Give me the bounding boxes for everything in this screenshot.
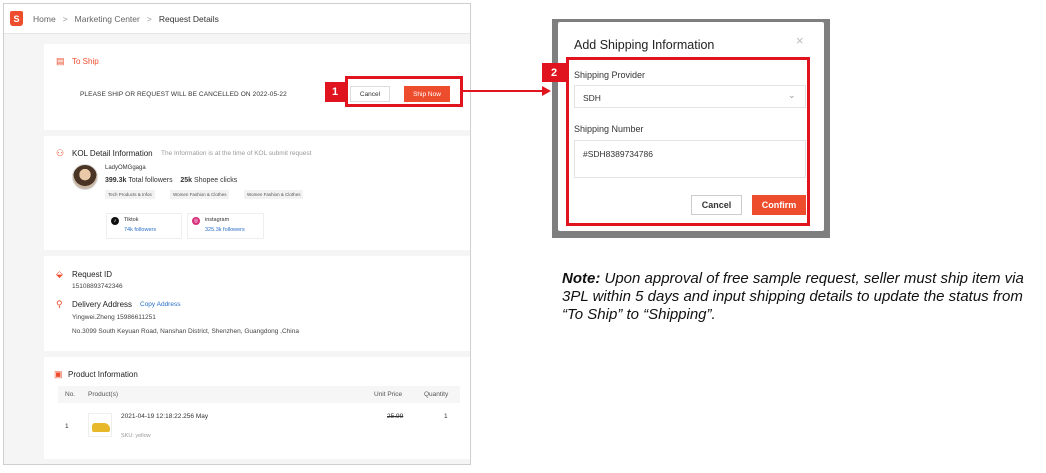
product-info-card: ▣ Product Information No. Product(s) Uni…: [44, 357, 470, 459]
request-id-title: Request ID: [72, 270, 113, 279]
connector-line: [463, 90, 545, 92]
kol-followers-label: Total followers: [128, 177, 173, 184]
request-id-value: 15108893742346: [72, 283, 123, 290]
row-no: 1: [65, 423, 69, 430]
instruction-note: Note: Upon approval of free sample reque…: [562, 270, 1032, 324]
instagram-icon: ◎: [192, 217, 200, 225]
to-ship-title: To Ship: [72, 57, 99, 66]
instagram-account[interactable]: ◎ instagram 325.3k followers: [187, 213, 264, 239]
delivery-address-title: Delivery Address: [72, 300, 133, 309]
close-icon[interactable]: ×: [796, 33, 804, 48]
social-followers: 325.3k followers: [205, 227, 245, 233]
col-unit-price: Unit Price: [374, 391, 403, 398]
shipping-form-highlight: [566, 57, 810, 226]
breadcrumb-current: Request Details: [158, 13, 219, 24]
note-lead: Note:: [562, 270, 601, 287]
product-info-title: Product Information: [68, 370, 138, 379]
step-badge-2: 2: [542, 63, 566, 82]
tiktok-account[interactable]: ♪ Tiktok 74k followers: [106, 213, 182, 239]
tiktok-icon: ♪: [111, 217, 119, 225]
kol-avatar: [72, 164, 98, 190]
breadcrumb: S Home > Marketing Center > Request Deta…: [4, 4, 470, 34]
social-name: Tiktok: [124, 217, 139, 223]
step-badge-1: 1: [325, 82, 345, 102]
product-unit-price: 25.99: [387, 413, 404, 420]
product-name: 2021-04-19 12:18:22.256 May: [121, 413, 209, 420]
social-followers: 74k followers: [124, 227, 157, 233]
product-table-header: No. Product(s) Unit Price Quantity: [58, 386, 460, 403]
kol-category-tag: Women Fashion & Clothes: [244, 190, 304, 199]
kol-detail-title: KOL Detail Information: [72, 149, 153, 158]
breadcrumb-home[interactable]: Home: [33, 14, 56, 24]
clipboard-icon: ▤: [56, 56, 65, 66]
shopee-logo-icon[interactable]: S: [10, 11, 23, 26]
breadcrumb-marketing-center[interactable]: Marketing Center: [75, 14, 140, 24]
ship-actions-highlight: [345, 76, 463, 107]
kol-category-tag: Tech Products & Infos: [105, 190, 155, 199]
col-product: Product(s): [88, 391, 118, 398]
connector-arrow-icon: [542, 86, 551, 96]
breadcrumb-separator: >: [62, 13, 68, 24]
dialog-title: Add Shipping Information: [574, 38, 715, 52]
kol-detail-note: The Information is at the time of KOL su…: [161, 150, 312, 157]
request-info-card: ⬙ Request ID 15108893742346 ⚲ Delivery A…: [44, 256, 470, 351]
ship-deadline-warning: PLEASE SHIP OR REQUEST WILL BE CANCELLED…: [80, 91, 287, 98]
col-quantity: Quantity: [424, 391, 449, 398]
kol-detail-card: ⚇ KOL Detail Information The Information…: [44, 136, 470, 250]
kol-name: LadyOMGgaga: [105, 165, 146, 171]
kol-followers-value: 399.3k: [105, 177, 127, 184]
note-text: Upon approval of free sample request, se…: [562, 270, 1024, 323]
product-thumbnail: [88, 413, 112, 437]
breadcrumb-separator: >: [146, 13, 152, 24]
delivery-contact: Yingwei.Zheng 15986611251: [72, 314, 156, 321]
request-details-page: S Home > Marketing Center > Request Deta…: [3, 3, 471, 465]
kol-clicks-value: 25k: [180, 177, 193, 184]
product-sku: SKU: yellow: [121, 433, 151, 439]
col-no: No.: [65, 391, 76, 398]
kol-clicks-label: Shopee clicks: [194, 177, 238, 184]
social-name: instagram: [205, 217, 230, 223]
location-pin-icon: ⚲: [56, 299, 63, 309]
copy-address-link[interactable]: Copy Address: [140, 301, 180, 308]
box-icon: ▣: [54, 369, 63, 379]
kol-stats: 399.3k Total followers 25k Shopee clicks: [105, 177, 237, 184]
user-icon: ⚇: [56, 148, 65, 158]
delivery-address: No.3099 South Keyuan Road, Nanshan Distr…: [72, 328, 299, 335]
tag-icon: ⬙: [56, 269, 63, 279]
product-quantity: 1: [444, 413, 448, 420]
kol-category-tag: Women Fashion & Clothes: [170, 190, 230, 199]
